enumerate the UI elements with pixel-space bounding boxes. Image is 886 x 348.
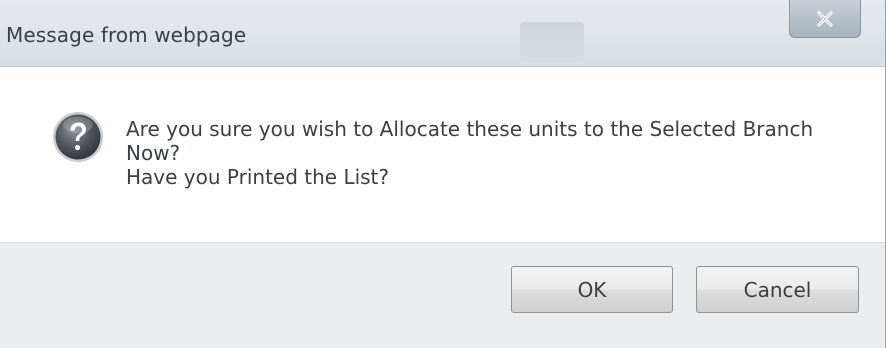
dialog-message: Are you sure you wish to Allocate these … — [126, 117, 856, 189]
message-line: Are you sure you wish to Allocate these … — [126, 117, 814, 141]
cancel-button[interactable]: Cancel — [696, 266, 859, 313]
message-line: Now? — [126, 141, 181, 165]
close-button[interactable] — [789, 0, 861, 38]
question-icon — [53, 112, 103, 162]
message-line: Have you Printed the List? — [126, 165, 390, 189]
title-bar-glass-highlight — [520, 22, 584, 62]
close-icon — [817, 10, 833, 27]
ok-button[interactable]: OK — [511, 266, 673, 313]
dialog-title: Message from webpage — [6, 23, 247, 47]
dialog-body: Are you sure you wish to Allocate these … — [0, 67, 885, 242]
message-dialog: Message from webpage Are you sure you wi… — [0, 0, 886, 348]
title-bar: Message from webpage — [0, 0, 885, 67]
dialog-footer: OK Cancel — [0, 242, 885, 348]
